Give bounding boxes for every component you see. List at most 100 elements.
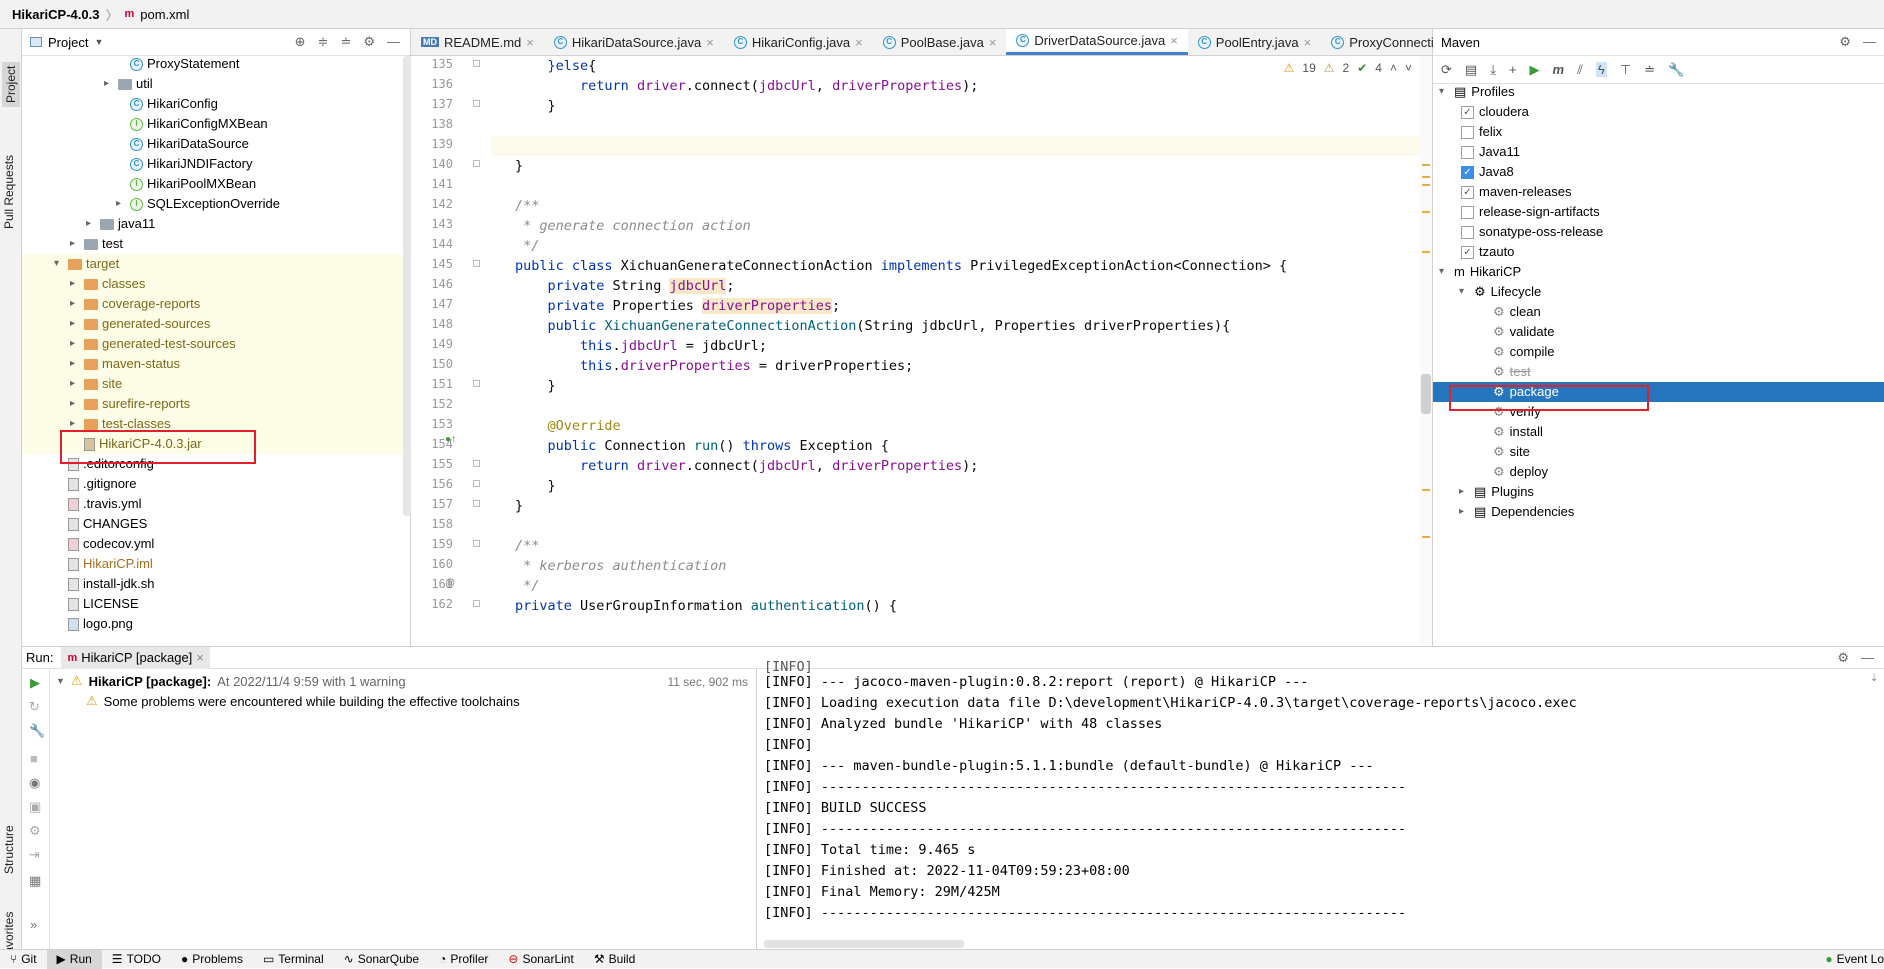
statusbar-tab[interactable]: ⚒ Build xyxy=(584,950,645,969)
statusbar-tab[interactable]: ◔ Profiler xyxy=(429,950,498,969)
toggle-offline-icon[interactable]: ⫽ xyxy=(1577,62,1583,78)
tree-item[interactable]: .editorconfig xyxy=(54,454,154,474)
collapse-all-icon[interactable]: ≐ xyxy=(340,34,351,50)
chevron-right-icon[interactable]: ▸ xyxy=(1459,502,1469,522)
more-icon[interactable]: » xyxy=(30,917,37,932)
rerun-failed-icon[interactable]: ↻ xyxy=(29,699,40,715)
profile-checkbox[interactable]: ✓ xyxy=(1461,105,1474,119)
maven-profile-item[interactable]: ✓ maven-releases xyxy=(1461,182,1572,202)
profile-checkbox[interactable] xyxy=(1461,205,1474,219)
eye-icon[interactable]: ◉ xyxy=(29,775,40,791)
chevron-down-icon[interactable]: ▾ xyxy=(1459,282,1469,302)
tree-item[interactable]: LICENSE xyxy=(54,594,139,614)
editor-tab[interactable]: C PoolEntry.java × xyxy=(1188,29,1321,55)
chevron-right-icon[interactable]: ▸ xyxy=(1459,482,1469,502)
hide-icon[interactable]: — xyxy=(1861,650,1874,666)
tree-item[interactable]: ▸ coverage-reports xyxy=(70,294,200,314)
tree-item[interactable]: HikariCP-4.0.3.jar xyxy=(70,434,202,454)
statusbar-tab[interactable]: ⊖ SonarLint xyxy=(498,950,583,969)
statusbar-tab[interactable]: ▶ Run xyxy=(46,949,102,969)
tree-item[interactable]: C ProxyStatement xyxy=(116,56,240,74)
console-side-toolbar[interactable]: ⇣ xyxy=(1870,673,1880,723)
tree-item[interactable]: HikariCP.iml xyxy=(54,554,153,574)
tree-item[interactable]: ▾ target xyxy=(54,254,119,274)
tree-item[interactable]: ▸ generated-test-sources xyxy=(70,334,236,354)
close-icon[interactable]: × xyxy=(706,35,714,50)
add-icon[interactable]: + xyxy=(1509,62,1517,77)
close-icon[interactable]: × xyxy=(1304,35,1312,50)
close-icon[interactable]: × xyxy=(989,35,997,50)
chevron-down-icon[interactable]: ▾ xyxy=(1439,82,1449,102)
maven-profile-item[interactable]: sonatype-oss-release xyxy=(1461,222,1603,242)
statusbar-tab[interactable]: ☰ TODO xyxy=(102,950,171,969)
chevron-right-icon[interactable]: ▸ xyxy=(70,414,80,434)
tree-item[interactable]: ▸ generated-sources xyxy=(70,314,210,334)
maven-profile-item[interactable]: ✓ Java8 xyxy=(1461,162,1514,182)
tree-item[interactable]: ▸ I SQLExceptionOverride xyxy=(116,194,280,214)
chevron-right-icon[interactable]: ▸ xyxy=(70,334,80,354)
pull-requests-tool-tab[interactable]: Pull Requests xyxy=(2,155,16,229)
stop-icon[interactable]: ■ xyxy=(30,751,38,766)
settings-icon[interactable]: ⚙ xyxy=(29,823,41,839)
tree-item[interactable]: C HikariDataSource xyxy=(116,134,249,154)
statusbar-tab[interactable]: ▭ Terminal xyxy=(253,950,334,969)
profile-checkbox[interactable]: ✓ xyxy=(1461,245,1474,259)
profile-checkbox[interactable]: ✓ xyxy=(1461,165,1474,179)
tree-item[interactable]: I HikariConfigMXBean xyxy=(116,114,268,134)
tree-item[interactable]: ▸ surefire-reports xyxy=(70,394,190,414)
editor-tab[interactable]: C DriverDataSource.java × xyxy=(1006,29,1188,55)
chevron-right-icon[interactable]: ▸ xyxy=(70,274,80,294)
lifecycle-phase-install[interactable]: ⚙ install xyxy=(1493,422,1543,442)
tree-item[interactable]: .gitignore xyxy=(54,474,136,494)
inspection-widget[interactable]: ⚠ 19 ⚠ 2 ✔ 4 ˄ ˅ xyxy=(1283,61,1412,75)
locate-icon[interactable]: ⊕ xyxy=(295,34,306,50)
chevron-right-icon[interactable]: ▸ xyxy=(70,234,80,254)
tree-item[interactable]: C HikariJNDIFactory xyxy=(116,154,252,174)
project-view-dropdown[interactable]: Project xyxy=(48,35,88,50)
wrench-icon[interactable]: 🔧 xyxy=(1668,62,1684,78)
editor-scrollbar[interactable] xyxy=(1420,56,1432,646)
lifecycle-phase-validate[interactable]: ⚙ validate xyxy=(1493,322,1554,342)
profile-checkbox[interactable] xyxy=(1461,145,1474,159)
console-scrollbar[interactable] xyxy=(764,940,964,948)
chevron-down-icon[interactable]: ▾ xyxy=(1439,262,1449,282)
maven-plugins-node[interactable]: ▸ ▤ Plugins xyxy=(1459,482,1534,502)
expand-all-icon[interactable]: ≑ xyxy=(318,34,329,50)
wrench-icon[interactable]: 🔧 xyxy=(29,723,45,739)
chevron-down-icon[interactable]: ▼ xyxy=(56,676,65,686)
chevron-right-icon[interactable]: ▸ xyxy=(70,314,80,334)
tree-item[interactable]: install-jdk.sh xyxy=(54,574,155,594)
tree-item[interactable]: ▸ classes xyxy=(70,274,145,294)
rerun-icon[interactable]: ▶ xyxy=(30,675,40,691)
chevron-right-icon[interactable]: ▸ xyxy=(70,374,80,394)
tree-item[interactable]: logo.png xyxy=(54,614,133,634)
editor-tab[interactable]: C ProxyConnecti xyxy=(1321,29,1444,55)
tree-item[interactable]: I HikariPoolMXBean xyxy=(116,174,256,194)
skip-tests-icon[interactable]: ϟ xyxy=(1595,62,1607,77)
profile-checkbox[interactable] xyxy=(1461,225,1474,239)
profile-checkbox[interactable]: ✓ xyxy=(1461,185,1474,199)
chevron-right-icon[interactable]: ▸ xyxy=(70,354,80,374)
project-tool-tab[interactable]: Project xyxy=(2,61,20,107)
maven-profile-item[interactable]: ✓ cloudera xyxy=(1461,102,1529,122)
code-area[interactable]: }else{ return driver.connect(jdbcUrl, dr… xyxy=(411,56,1421,646)
close-icon[interactable]: × xyxy=(196,650,204,665)
reload-icon[interactable]: ⟳ xyxy=(1441,62,1452,78)
tree-item[interactable]: ▸ util xyxy=(104,74,153,94)
exit-icon[interactable]: ⇥ xyxy=(29,847,40,863)
lifecycle-phase-verify[interactable]: ⚙ verify xyxy=(1493,402,1541,422)
editor-tab[interactable]: C PoolBase.java × xyxy=(873,29,1007,55)
chevron-down-icon[interactable]: ▼ xyxy=(94,37,103,47)
structure-tool-tab[interactable]: Structure xyxy=(2,825,16,874)
download-icon[interactable]: ⤓ xyxy=(1490,62,1496,78)
hide-icon[interactable]: — xyxy=(1863,34,1876,50)
tree-item[interactable]: ▸ test-classes xyxy=(70,414,171,434)
chevron-right-icon[interactable]: ▸ xyxy=(70,394,80,414)
lifecycle-phase-clean[interactable]: ⚙ clean xyxy=(1493,302,1541,322)
maven-profile-item[interactable]: ✓ tzauto xyxy=(1461,242,1514,262)
lifecycle-phase-site[interactable]: ⚙ site xyxy=(1493,442,1530,462)
close-icon[interactable]: × xyxy=(855,35,863,50)
tree-item[interactable]: ▸ site xyxy=(70,374,122,394)
lifecycle-phase-compile[interactable]: ⚙ compile xyxy=(1493,342,1554,362)
maven-profile-item[interactable]: felix xyxy=(1461,122,1502,142)
